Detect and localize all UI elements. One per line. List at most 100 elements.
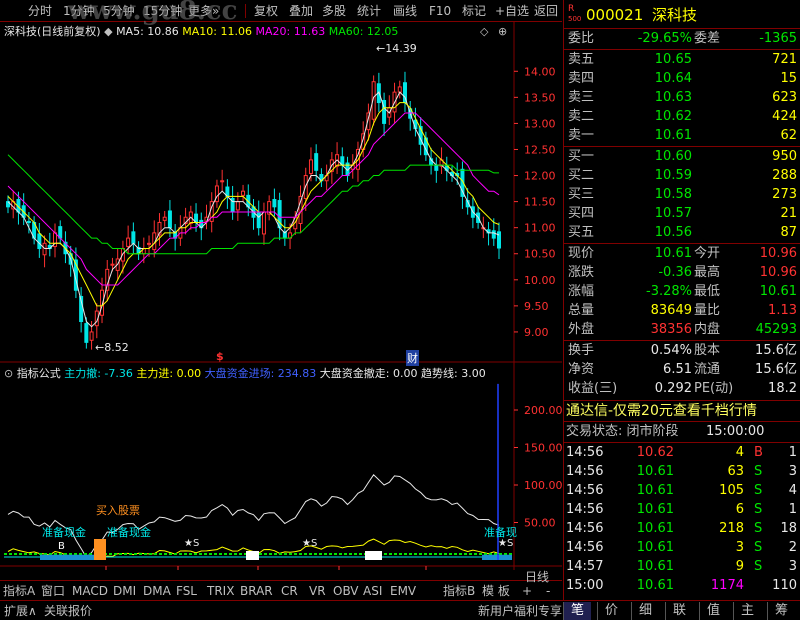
y-tick-ind: 200.00 (524, 404, 562, 417)
y-tick-main: 11.50 (524, 196, 556, 209)
tab-11[interactable]: ASI (363, 583, 382, 599)
asks-row[interactable]: 卖二 10.62 424 (564, 107, 800, 127)
candle-body (42, 242, 47, 256)
side-tab-2[interactable]: 细 (631, 602, 659, 620)
indicator-buy-bar (94, 539, 106, 560)
flag-s[interactable]: $ (216, 350, 224, 363)
tab-2[interactable]: MACD (72, 583, 108, 599)
tab-13[interactable]: 指标B (443, 583, 475, 599)
stock-name: 深科技 (652, 6, 698, 24)
candles-group (6, 71, 501, 350)
side-tab-0[interactable]: 笔 (563, 602, 591, 620)
tab-4[interactable]: DMA (143, 583, 171, 599)
y-tick-main: 12.00 (524, 170, 556, 183)
bids-row[interactable]: 买二 10.59 288 (564, 166, 800, 186)
indicator-name[interactable]: 指标公式 (17, 367, 61, 380)
candle-body (89, 331, 94, 341)
tab-1[interactable]: 窗口 (41, 583, 65, 599)
side-tab-1[interactable]: 价 (597, 602, 625, 620)
candle-body (261, 211, 266, 235)
tab-17[interactable]: 日线 (525, 569, 549, 585)
chart-diamond-icon[interactable]: ◇ (480, 25, 488, 38)
tab-15[interactable]: + (522, 583, 532, 599)
kline-chart[interactable]: 9.00 9.50 10.00 10.50 11.00 11.50 12.00 12.50 13… (0, 22, 562, 570)
asks-row[interactable]: 卖三 10.63 623 (564, 88, 800, 108)
bids-row[interactable]: 买三 10.58 273 (564, 185, 800, 205)
tab-0[interactable]: 指标A (3, 583, 35, 599)
ad-banner[interactable]: 通达信-仅需20元查看千档行情 (564, 401, 800, 421)
promo-link[interactable]: 新用户福利专享 (478, 603, 562, 619)
bids-row[interactable]: 买五 10.56 87 (564, 223, 800, 243)
watermark: www.gu8.cc (68, 0, 238, 26)
candle-body (256, 212, 261, 229)
candle-body (37, 233, 42, 250)
toolbar-fuquan[interactable]: 复权 (254, 3, 278, 19)
candle-body (126, 237, 131, 247)
bottom-bar: 扩展∧ 关联报价 新用户福利专享 笔价细联值主筹 (0, 600, 800, 620)
toolbar-diejia[interactable]: 叠加 (289, 3, 313, 19)
y-tick-main: 12.50 (524, 143, 556, 156)
toolbar-add-watch[interactable]: +自选 (495, 3, 529, 19)
chart-config-icon[interactable]: ⊕ (498, 25, 507, 38)
candle-body (241, 190, 246, 196)
indicator-tabs: 指标A 窗口 MACD DMI DMA FSL TRIX BRAR CR VR OBV ASI EMV 指… (0, 570, 562, 600)
tick-row: 14:56 10.62 4 B 1 (566, 445, 797, 460)
toolbar-fenshi[interactable]: 分时 (28, 3, 52, 19)
toolbar-biaoji[interactable]: 标记 (462, 3, 486, 19)
flag-cai[interactable]: 财 (406, 350, 419, 366)
tab-7[interactable]: BRAR (240, 583, 273, 599)
s-marker-1: ★S (184, 538, 200, 549)
tab-8[interactable]: CR (281, 583, 298, 599)
tab-3[interactable]: DMI (113, 583, 136, 599)
tab-16[interactable]: - (546, 583, 550, 599)
tab-9[interactable]: VR (309, 583, 326, 599)
asks-row[interactable]: 卖四 10.64 15 (564, 69, 800, 89)
indicator-menu-icon[interactable]: ⊙ (4, 367, 13, 380)
side-tab-6[interactable]: 筹 (767, 602, 795, 620)
toolbar-duogu[interactable]: 多股 (322, 3, 346, 19)
side-tab-3[interactable]: 联 (665, 602, 693, 620)
toolbar-back[interactable]: 返回 (534, 3, 558, 19)
stock-code: 000021 (586, 6, 644, 24)
candle-body (84, 323, 89, 343)
bids-row[interactable]: 买一 10.60 950 (564, 147, 800, 167)
stats-row: 外盘 38356 内盘 45293 (568, 322, 797, 337)
candle-body (235, 201, 240, 211)
indicator-white-block (246, 551, 259, 560)
candle-body (314, 153, 319, 171)
legend-expand-icon[interactable]: ◆ (104, 25, 112, 38)
toolbar-huaxian[interactable]: 画线 (393, 3, 417, 19)
tick-row: 14:57 10.61 9 S 3 (566, 559, 797, 574)
toolbar-f10[interactable]: F10 (429, 3, 451, 19)
stats2-row: 净资 6.51 流通 15.6亿 (568, 362, 797, 377)
tab-12[interactable]: EMV (390, 583, 416, 599)
tab-10[interactable]: OBV (333, 583, 359, 599)
tab-14[interactable]: 模 板 (482, 583, 510, 599)
bids-row[interactable]: 买四 10.57 21 (564, 204, 800, 224)
side-tab-5[interactable]: 主 (733, 602, 761, 620)
expand-button[interactable]: 扩展∧ (4, 603, 37, 619)
candle-body (220, 180, 225, 183)
y-tick-main: 9.50 (524, 300, 549, 313)
related-quote-button[interactable]: 关联报价 (44, 603, 92, 619)
buy-label: 买入股票 (96, 504, 140, 517)
tab-5[interactable]: FSL (176, 583, 197, 599)
stats2-row: 收益(三) 0.292 PE(动) 18.2 (568, 381, 797, 396)
candle-body (110, 263, 115, 266)
asks-row[interactable]: 卖一 10.61 62 (564, 126, 800, 146)
s-marker-3: ★S (498, 538, 514, 549)
tab-6[interactable]: TRIX (207, 583, 234, 599)
candle-body (272, 199, 277, 208)
candle-body (147, 242, 152, 245)
y-tick-main: 13.00 (524, 117, 556, 130)
ind-qushixian: 趋势线: 3.00 (421, 367, 486, 380)
prep-cash-1: 准备现金 (42, 526, 86, 539)
side-tab-4[interactable]: 值 (699, 602, 727, 620)
y-tick-main: 9.00 (524, 326, 549, 339)
asks-row[interactable]: 卖五 10.65 721 (564, 50, 800, 70)
tick-row: 15:00 10.61 1174 110 (566, 578, 797, 593)
tick-row: 14:56 10.61 63 S 3 (566, 464, 797, 479)
toolbar-tongji[interactable]: 统计 (357, 3, 381, 19)
x-tick: 2022年 (4, 569, 43, 570)
s-marker-2: ★S (302, 538, 318, 549)
